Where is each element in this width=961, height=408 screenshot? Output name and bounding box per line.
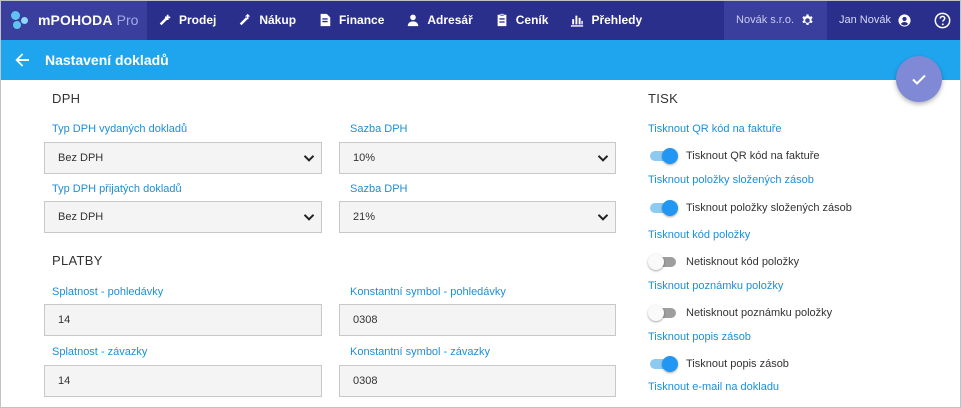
print-stock-desc-label: Tisknout popis zásob: [648, 331, 751, 343]
user-name: Jan Novák: [839, 14, 891, 26]
selected-value: 10%: [353, 152, 376, 164]
purchase-icon: [240, 13, 251, 26]
chevron-down-icon: [597, 152, 609, 164]
print-qr-toggle[interactable]: [648, 148, 678, 164]
chart-icon: [571, 15, 584, 27]
print-item-code-toggle[interactable]: [648, 254, 678, 270]
back-button[interactable]: [12, 50, 32, 70]
page-title: Nastavení dokladů: [45, 52, 169, 68]
const-symbol-receivable-label: Konstantní symbol - pohledávky: [350, 286, 506, 298]
settings-form: DPH Typ DPH vydaných dokladů Bez DPH Saz…: [0, 80, 961, 408]
nav-item-nakup[interactable]: Nákup: [227, 0, 307, 40]
sales-icon: [159, 14, 171, 26]
issued-vat-type-select[interactable]: Bez DPH: [44, 142, 322, 174]
nav-item-label: Ceník: [515, 13, 549, 27]
app-name: mPOHODA: [38, 12, 113, 28]
selected-value: 21%: [353, 211, 376, 223]
section-title-dph: DPH: [52, 91, 81, 106]
user-menu[interactable]: Jan Novák: [827, 0, 923, 40]
help-button[interactable]: [923, 0, 961, 40]
const-symbol-payable-input[interactable]: 0308: [339, 365, 616, 397]
issued-vat-rate-select[interactable]: 10%: [339, 142, 616, 174]
print-item-note-text: Netisknout poznámku položky: [686, 307, 833, 319]
nav-item-finance[interactable]: Finance: [307, 0, 395, 40]
nav-item-prehledy[interactable]: Přehledy: [559, 0, 653, 40]
company-name: Novák s.r.o.: [736, 14, 795, 26]
issued-vat-rate-label: Sazba DPH: [350, 123, 408, 135]
nav-item-prodej[interactable]: Prodej: [147, 0, 227, 40]
nav-item-label: Nákup: [259, 13, 297, 27]
due-receivable-input[interactable]: 14: [44, 304, 322, 336]
section-title-tisk: TISK: [648, 91, 679, 106]
nav-item-adresar[interactable]: Adresář: [395, 0, 483, 40]
print-composite-items-text: Tisknout položky složených zásob: [686, 202, 852, 214]
received-vat-type-select[interactable]: Bez DPH: [44, 201, 322, 233]
chevron-down-icon: [303, 211, 315, 223]
help-icon: [934, 12, 950, 28]
finance-icon: [320, 13, 331, 27]
input-value: 14: [58, 375, 71, 387]
nav-item-cenik[interactable]: Ceník: [484, 0, 560, 40]
print-qr-text: Tisknout QR kód na faktuře: [686, 150, 820, 162]
logo-icon: [10, 9, 32, 31]
nav-item-label: Prodej: [179, 13, 217, 27]
section-title-platby: PLATBY: [52, 253, 103, 268]
input-value: 0308: [353, 314, 378, 326]
pricelist-icon: [497, 13, 507, 27]
account-circle-icon: [898, 13, 911, 27]
print-composite-items-label: Tisknout položky složených zásob: [648, 174, 814, 186]
nav-right-group: Novák s.r.o. Jan Novák: [724, 0, 961, 40]
print-qr-label: Tisknout QR kód na faktuře: [648, 123, 782, 135]
chevron-down-icon: [303, 152, 315, 164]
print-item-code-label: Tisknout kód položky: [648, 229, 751, 241]
app-logo[interactable]: mPOHODA Pro: [0, 0, 147, 40]
nav-item-label: Finance: [339, 13, 385, 27]
chevron-down-icon: [597, 211, 609, 223]
due-receivable-label: Splatnost - pohledávky: [52, 286, 164, 298]
print-item-note-label: Tisknout poznámku položky: [648, 280, 784, 292]
input-value: 14: [58, 314, 71, 326]
issued-vat-type-label: Typ DPH vydaných dokladů: [52, 123, 188, 135]
input-value: 0308: [353, 375, 378, 387]
app-edition: Pro: [116, 12, 139, 28]
company-selector[interactable]: Novák s.r.o.: [724, 0, 828, 40]
print-item-note-toggle[interactable]: [648, 305, 678, 321]
page-header: Nastavení dokladů: [0, 40, 961, 80]
person-icon: [408, 14, 419, 27]
selected-value: Bez DPH: [58, 211, 104, 223]
top-navbar: mPOHODA Pro Prodej Nákup Finance Adresář…: [0, 0, 961, 40]
const-symbol-payable-label: Konstantní symbol - závazky: [350, 346, 491, 358]
gear-icon: [802, 13, 813, 25]
received-vat-rate-label: Sazba DPH: [350, 183, 408, 195]
selected-value: Bez DPH: [58, 152, 104, 164]
nav-item-label: Přehledy: [591, 13, 643, 27]
print-item-code-text: Netisknout kód položky: [686, 256, 800, 268]
nav-item-label: Adresář: [427, 13, 473, 27]
arrow-left-icon: [15, 53, 29, 67]
print-stock-desc-text: Tisknout popis zásob: [686, 358, 789, 370]
print-email-label: Tisknout e-mail na dokladu: [648, 381, 780, 393]
print-stock-desc-toggle[interactable]: [648, 356, 678, 372]
print-composite-items-toggle[interactable]: [648, 200, 678, 216]
due-payable-input[interactable]: 14: [44, 365, 322, 397]
due-payable-label: Splatnost - závazky: [52, 346, 148, 358]
const-symbol-receivable-input[interactable]: 0308: [339, 304, 616, 336]
received-vat-type-label: Typ DPH přijatých dokladů: [52, 183, 182, 195]
received-vat-rate-select[interactable]: 21%: [339, 201, 616, 233]
